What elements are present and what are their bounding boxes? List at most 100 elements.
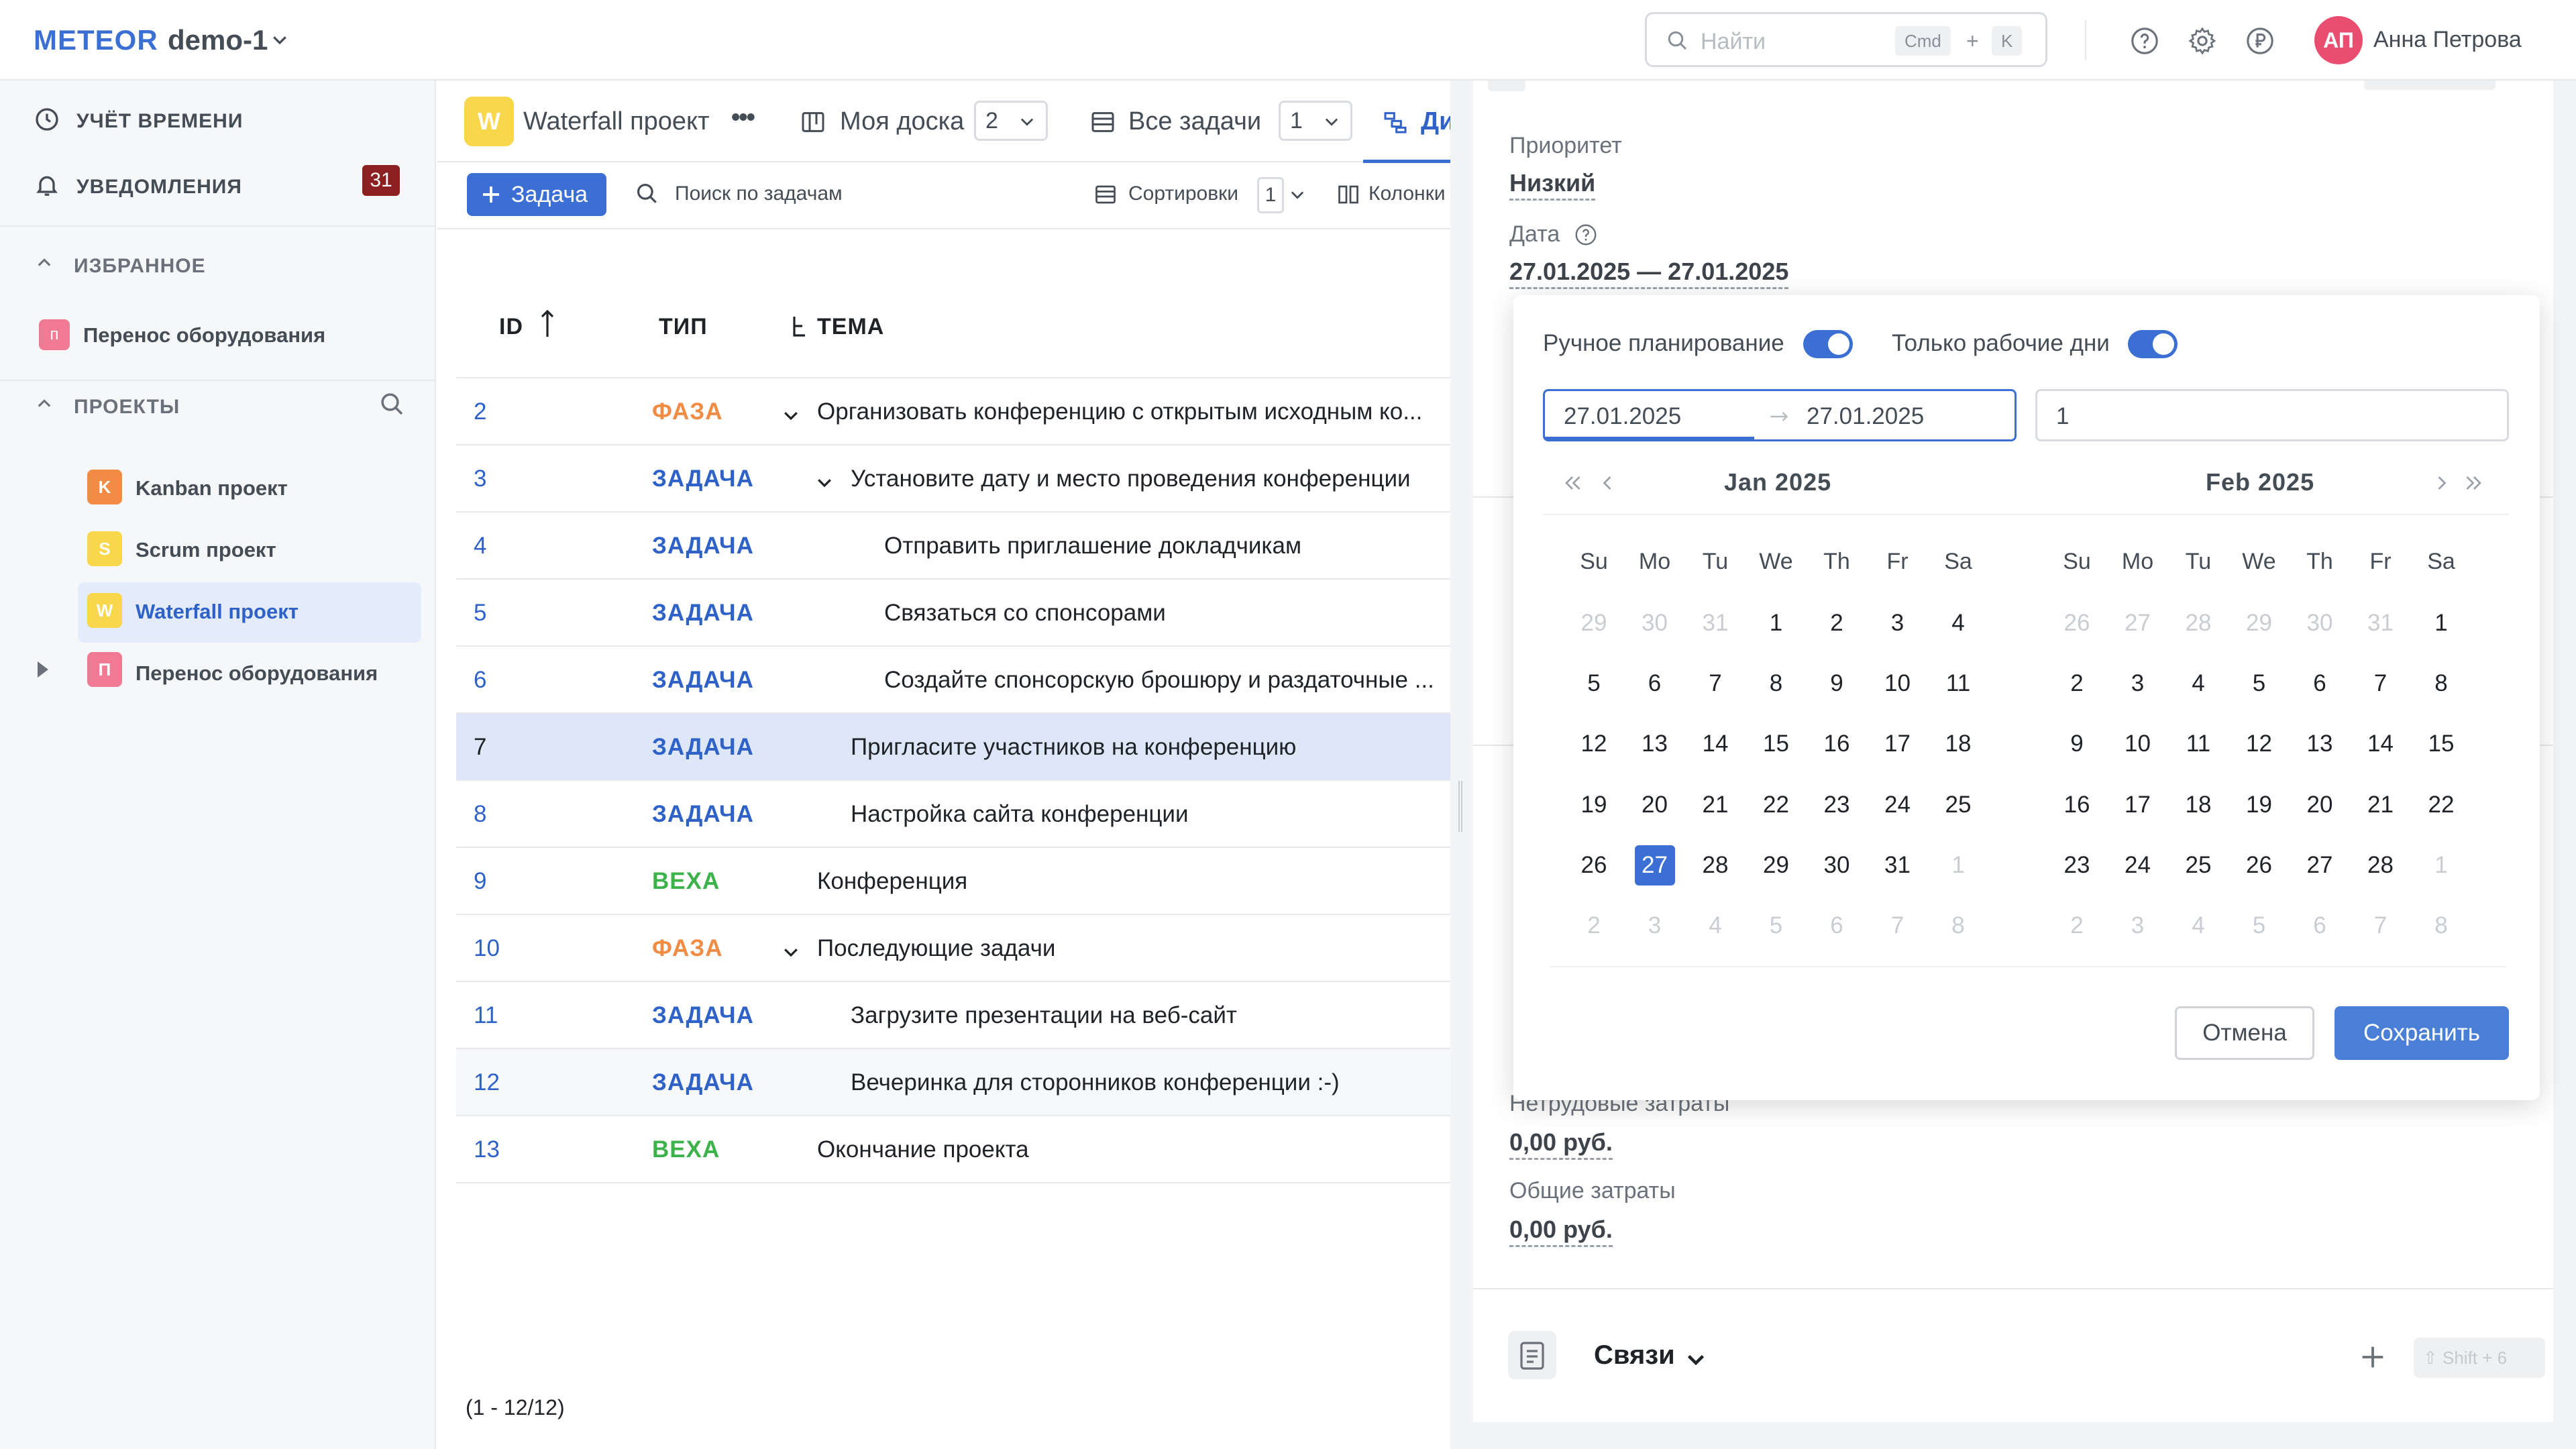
task-id[interactable]: 6 [474,667,486,694]
add-task-button[interactable]: Задача [467,173,606,216]
duration-input[interactable]: 1 [2035,389,2509,441]
more-icon[interactable]: ••• [731,103,755,132]
date-range-input[interactable]: 27.01.2025 27.01.2025 [1543,389,2017,441]
date-from-input[interactable]: 27.01.2025 [1564,403,1681,430]
calendar-day[interactable]: 30 [1817,845,1857,885]
calendar-day[interactable]: 28 [1695,845,1735,885]
next-year-icon[interactable] [2462,471,2486,495]
calendar-day[interactable]: 8 [2421,906,2461,946]
calendar-day[interactable]: 19 [2239,785,2279,825]
chevron-down-icon[interactable] [781,405,801,425]
calendar-day[interactable]: 25 [2178,845,2218,885]
projects-header[interactable]: ПРОЕКТЫ [74,396,180,419]
calendar-day[interactable]: 21 [1695,785,1735,825]
task-subject[interactable]: Вечеринка для сторонников конференции :-… [851,1069,1340,1096]
task-id[interactable]: 11 [474,1002,498,1029]
task-id[interactable]: 8 [474,801,486,828]
calendar-day[interactable]: 12 [1574,724,1614,764]
calendar-day[interactable]: 22 [1756,785,1796,825]
calendar-day[interactable]: 17 [1878,724,1918,764]
calendar-day[interactable]: 6 [2300,906,2340,946]
calendar-day[interactable]: 9 [2057,724,2097,764]
calendar-day[interactable]: 27 [2300,845,2340,885]
calendar-day[interactable]: 25 [1938,785,1978,825]
calendar-day[interactable]: 2 [1817,603,1857,643]
calendar-day[interactable]: 6 [1817,906,1857,946]
calendar-day[interactable]: 16 [1817,724,1857,764]
calendar-day[interactable]: 20 [2300,785,2340,825]
sidebar-item-kanban[interactable]: Kanban проект [136,476,288,500]
user-name[interactable]: Анна Петрова [2373,27,2522,53]
table-row[interactable]: 8 ЗАДАЧА Настройка сайта конференции [456,781,1450,848]
calendar-day[interactable]: 8 [2421,663,2461,704]
calendar-day[interactable]: 18 [1938,724,1978,764]
table-row[interactable]: 9 ВЕХА Конференция [456,848,1450,915]
calendar-day[interactable]: 24 [1878,785,1918,825]
calendar-day[interactable]: 14 [1695,724,1735,764]
task-id[interactable]: 2 [474,398,486,425]
calendar-day[interactable]: 5 [1756,906,1796,946]
calendar-day[interactable]: 2 [2057,663,2097,704]
chevron-down-icon[interactable] [1288,185,1307,204]
calendar-day[interactable]: 17 [2118,785,2158,825]
calendar-day[interactable]: 4 [1695,906,1735,946]
calendar-day[interactable]: 31 [1695,603,1735,643]
task-subject[interactable]: Последующие задачи [817,935,1055,962]
caret-right-icon[interactable] [36,661,50,678]
table-row[interactable]: 2 ФАЗА Организовать конференцию с открытым… [456,378,1450,445]
table-row[interactable]: 3 ЗАДАЧА Установите дату и место проведени… [456,445,1450,513]
task-id[interactable]: 7 [474,734,486,761]
calendar-day[interactable]: 23 [1817,785,1857,825]
column-header-type[interactable]: ТИП [659,314,708,340]
tab-all-tasks[interactable]: Все задачи [1128,107,1261,136]
task-subject[interactable]: Отправить приглашение докладчикам [884,533,1301,559]
task-subject[interactable]: Конференция [817,868,967,895]
calendar-day[interactable]: 8 [1756,663,1796,704]
sidebar-item-notifications[interactable]: УВЕДОМЛЕНИЯ [76,176,242,199]
help-icon[interactable] [1574,223,1598,247]
task-subject[interactable]: Организовать конференцию с открытым исхо… [817,398,1422,425]
calendar-day[interactable]: 29 [1574,603,1614,643]
calendar-day[interactable]: 10 [2118,724,2158,764]
sort-button[interactable]: Сортировки [1128,182,1238,205]
sort-asc-icon[interactable] [539,309,555,338]
calendar-day[interactable]: 10 [1878,663,1918,704]
cancel-button[interactable]: Отмена [2175,1006,2314,1060]
calendar-day[interactable]: 30 [1635,603,1675,643]
calendar-day[interactable]: 1 [2421,845,2461,885]
calendar-day[interactable]: 27 [1634,845,1675,885]
table-row[interactable]: 6 ЗАДАЧА Создайте спонсорскую брошюру и ра… [456,647,1450,714]
manual-planning-toggle[interactable] [1803,330,1853,358]
task-subject[interactable]: Загрузите презентации на веб-сайт [851,1002,1237,1029]
date-to-input[interactable]: 27.01.2025 [1807,403,1924,430]
calendar-day[interactable]: 9 [1817,663,1857,704]
calendar-day[interactable]: 3 [2118,663,2158,704]
task-subject[interactable]: Создайте спонсорскую брошюру и раздаточн… [884,667,1434,694]
calendar-day[interactable]: 7 [2361,906,2401,946]
favorites-header[interactable]: ИЗБРАННОЕ [74,255,206,278]
task-id[interactable]: 10 [474,935,500,962]
tab-my-board-count[interactable]: 2 [974,101,1048,141]
calendar-day[interactable]: 22 [2421,785,2461,825]
chevron-up-icon[interactable] [35,394,54,413]
calendar-day[interactable]: 1 [1938,845,1978,885]
task-subject[interactable]: Пригласите участников на конференцию [851,734,1296,761]
ruble-icon[interactable] [2245,25,2275,56]
task-subject[interactable]: Настройка сайта конференции [851,801,1189,828]
tab-my-board[interactable]: Моя доска [840,107,964,136]
calendar-day[interactable]: 2 [2057,906,2097,946]
calendar-day[interactable]: 3 [1878,603,1918,643]
calendar-day[interactable]: 21 [2361,785,2401,825]
table-row[interactable]: 5 ЗАДАЧА Связаться со спонсорами [456,580,1450,647]
task-id[interactable]: 9 [474,868,486,895]
calendar-day[interactable]: 27 [2118,603,2158,643]
calendar-day[interactable]: 18 [2178,785,2218,825]
calendar-day[interactable]: 2 [1574,906,1614,946]
task-search-input[interactable]: Поиск по задачам [675,182,843,205]
calendar-day[interactable]: 5 [2239,906,2279,946]
calendar-day[interactable]: 11 [1938,663,1978,704]
task-id[interactable]: 4 [474,533,486,559]
workspace-name[interactable]: demo-1 [168,24,268,56]
gear-icon[interactable] [2187,25,2218,56]
task-id[interactable]: 5 [474,600,486,627]
